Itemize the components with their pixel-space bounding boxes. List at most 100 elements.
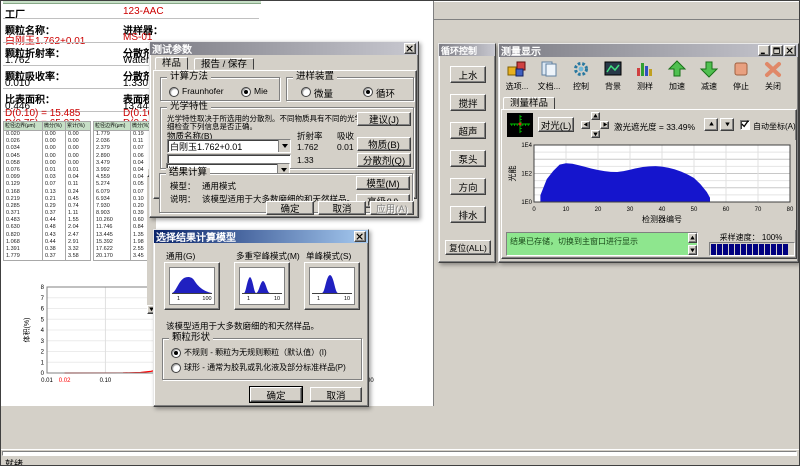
measurement-titlebar: 测量显示 bbox=[499, 44, 798, 57]
beam-left-button[interactable] bbox=[581, 121, 590, 129]
model-button[interactable]: 模型(M) bbox=[356, 176, 410, 190]
auto-axis-checkbox[interactable] bbox=[740, 120, 750, 130]
general-model-button[interactable]: 1 100 bbox=[164, 262, 220, 310]
svg-text:30: 30 bbox=[627, 207, 634, 213]
table-cell: 0.630 bbox=[6, 224, 20, 231]
toolbar-button-label: 控制 bbox=[573, 82, 589, 91]
table-cell: 1.068 bbox=[6, 238, 20, 245]
svg-text:50: 50 bbox=[691, 207, 698, 213]
beam-up-button[interactable] bbox=[591, 112, 600, 120]
test-dialog-close-button[interactable] bbox=[404, 43, 416, 54]
substance-abs-value: 0.01 bbox=[337, 142, 354, 152]
micro-radio[interactable] bbox=[301, 87, 311, 97]
table-cell: 0.38 bbox=[45, 246, 56, 252]
table-cell: 0.48 bbox=[45, 224, 56, 231]
table-cell: 0.13 bbox=[45, 188, 56, 195]
table-cell: 15.392 bbox=[96, 238, 113, 245]
spherical-radio[interactable] bbox=[171, 363, 181, 373]
circulation-button-2[interactable]: 搅拌 bbox=[450, 94, 486, 111]
test-cancel-button[interactable]: 取消 bbox=[318, 201, 366, 215]
progress-segment bbox=[765, 243, 770, 255]
sample-button[interactable]: 测样 bbox=[629, 59, 661, 95]
gain-down-button[interactable] bbox=[720, 118, 734, 131]
table-cell: 0.00 bbox=[68, 152, 79, 159]
circulate-radio[interactable] bbox=[363, 87, 373, 97]
circulation-button-3[interactable]: 超声 bbox=[450, 122, 486, 139]
measurement-title: 测量显示 bbox=[501, 47, 541, 57]
measurement-maximize-button[interactable] bbox=[771, 45, 783, 56]
measurement-close-button[interactable] bbox=[784, 45, 796, 56]
model-cancel-button[interactable]: 取消 bbox=[310, 387, 362, 402]
stop-button[interactable]: 停止 bbox=[725, 59, 757, 95]
table-column-header: 微分(%) bbox=[43, 122, 65, 131]
align-light-button[interactable]: 对光(L) bbox=[538, 117, 574, 132]
circulation-button-4[interactable]: 泵头 bbox=[450, 150, 486, 167]
document-button[interactable]: 文档... bbox=[533, 59, 565, 95]
tab-report-save[interactable]: 报告 / 保存 bbox=[194, 58, 254, 70]
circulation-button-5[interactable]: 方向 bbox=[450, 178, 486, 195]
beam-down-button[interactable] bbox=[591, 130, 600, 138]
right-arrow-icon bbox=[602, 120, 608, 131]
decelerate-icon bbox=[699, 60, 719, 80]
suggest-button[interactable]: 建议(J) bbox=[357, 112, 411, 126]
particle-shape-group: 颗粒形状 不规则 - 颗粒为无规则颗粒（默认值）(I) 球形 - 通常为胶乳或乳… bbox=[162, 333, 362, 380]
svg-text:20: 20 bbox=[595, 207, 602, 213]
circulation-button-6[interactable]: 排水 bbox=[450, 206, 486, 223]
circulation-titlebar: 循环控制 bbox=[439, 44, 495, 56]
background-button[interactable]: 背景 bbox=[597, 59, 629, 95]
closewin-button[interactable]: 关闭 bbox=[757, 59, 789, 95]
table-cell: 0.020 bbox=[6, 131, 20, 137]
table-cell: 2.47 bbox=[68, 231, 79, 238]
test-ok-button[interactable]: 确定 bbox=[266, 201, 314, 215]
single-model-button[interactable]: 1 10 bbox=[304, 262, 360, 310]
substance-combobox[interactable]: 白刚玉1.762+0.01 bbox=[167, 139, 291, 153]
table-cell: 0.43 bbox=[45, 231, 56, 238]
substance-button[interactable]: 物质(B) bbox=[357, 137, 411, 151]
table-cell: 0.07 bbox=[45, 181, 56, 188]
measurement-minimize-button[interactable] bbox=[758, 45, 770, 56]
reset-all-button[interactable]: 复位(ALL) bbox=[445, 240, 491, 255]
table-cell: 0.168 bbox=[6, 188, 20, 195]
general-model-thumbnail: 1 100 bbox=[169, 267, 215, 305]
table-cell: 1.11 bbox=[68, 210, 79, 217]
toolbar-button-label: 加速 bbox=[669, 82, 685, 91]
status-scroll-up-button[interactable] bbox=[688, 233, 697, 243]
table-cell: 10.260 bbox=[96, 217, 113, 224]
irregular-radio[interactable] bbox=[171, 348, 181, 358]
table-cell: 0.099 bbox=[6, 174, 20, 181]
decelerate-button[interactable]: 减速 bbox=[693, 59, 725, 95]
sampling-progress-bar bbox=[709, 242, 795, 256]
dispersant-button[interactable]: 分散剂(Q) bbox=[357, 153, 411, 167]
options-button[interactable]: 选项... bbox=[501, 59, 533, 95]
accelerate-button[interactable]: 加速 bbox=[661, 59, 693, 95]
dropdown-arrow-icon[interactable] bbox=[278, 140, 290, 152]
control-button[interactable]: 控制 bbox=[565, 59, 597, 95]
fraunhofer-label: Fraunhofer bbox=[182, 86, 224, 96]
circulation-button-1[interactable]: 上水 bbox=[450, 66, 486, 83]
tab-sample[interactable]: 样品 bbox=[155, 57, 189, 70]
gain-up-button[interactable] bbox=[704, 118, 718, 131]
fraunhofer-radio[interactable] bbox=[169, 87, 179, 97]
status-scroll-down-button[interactable] bbox=[688, 245, 697, 255]
table-cell: 0.00 bbox=[45, 131, 56, 137]
table-cell: 20.170 bbox=[96, 253, 113, 260]
progress-segment bbox=[759, 243, 764, 255]
left-arrow-icon bbox=[583, 120, 589, 131]
beam-right-button[interactable] bbox=[600, 121, 609, 129]
svg-text:0.10: 0.10 bbox=[100, 378, 112, 384]
progress-segment bbox=[729, 243, 734, 255]
closewin-icon bbox=[763, 60, 783, 80]
multi-model-button[interactable]: 1 10 bbox=[234, 262, 290, 310]
options-icon bbox=[507, 60, 527, 80]
table-cell: 0.483 bbox=[6, 217, 20, 224]
svg-text:70: 70 bbox=[755, 207, 762, 213]
model-ok-button[interactable]: 确定 bbox=[249, 386, 303, 403]
table-cell: 8.903 bbox=[96, 210, 110, 217]
calc-method-group: 计算方法 Fraunhofer Mie bbox=[160, 72, 280, 101]
dispersant-ri-value: 1.33 bbox=[297, 155, 314, 165]
table-cell: 0.00 bbox=[68, 131, 79, 137]
table-cell: 2.890 bbox=[96, 152, 110, 159]
model-dialog-close-button[interactable] bbox=[354, 231, 366, 242]
table-cell: 0.034 bbox=[6, 145, 20, 152]
mie-radio[interactable] bbox=[241, 87, 251, 97]
